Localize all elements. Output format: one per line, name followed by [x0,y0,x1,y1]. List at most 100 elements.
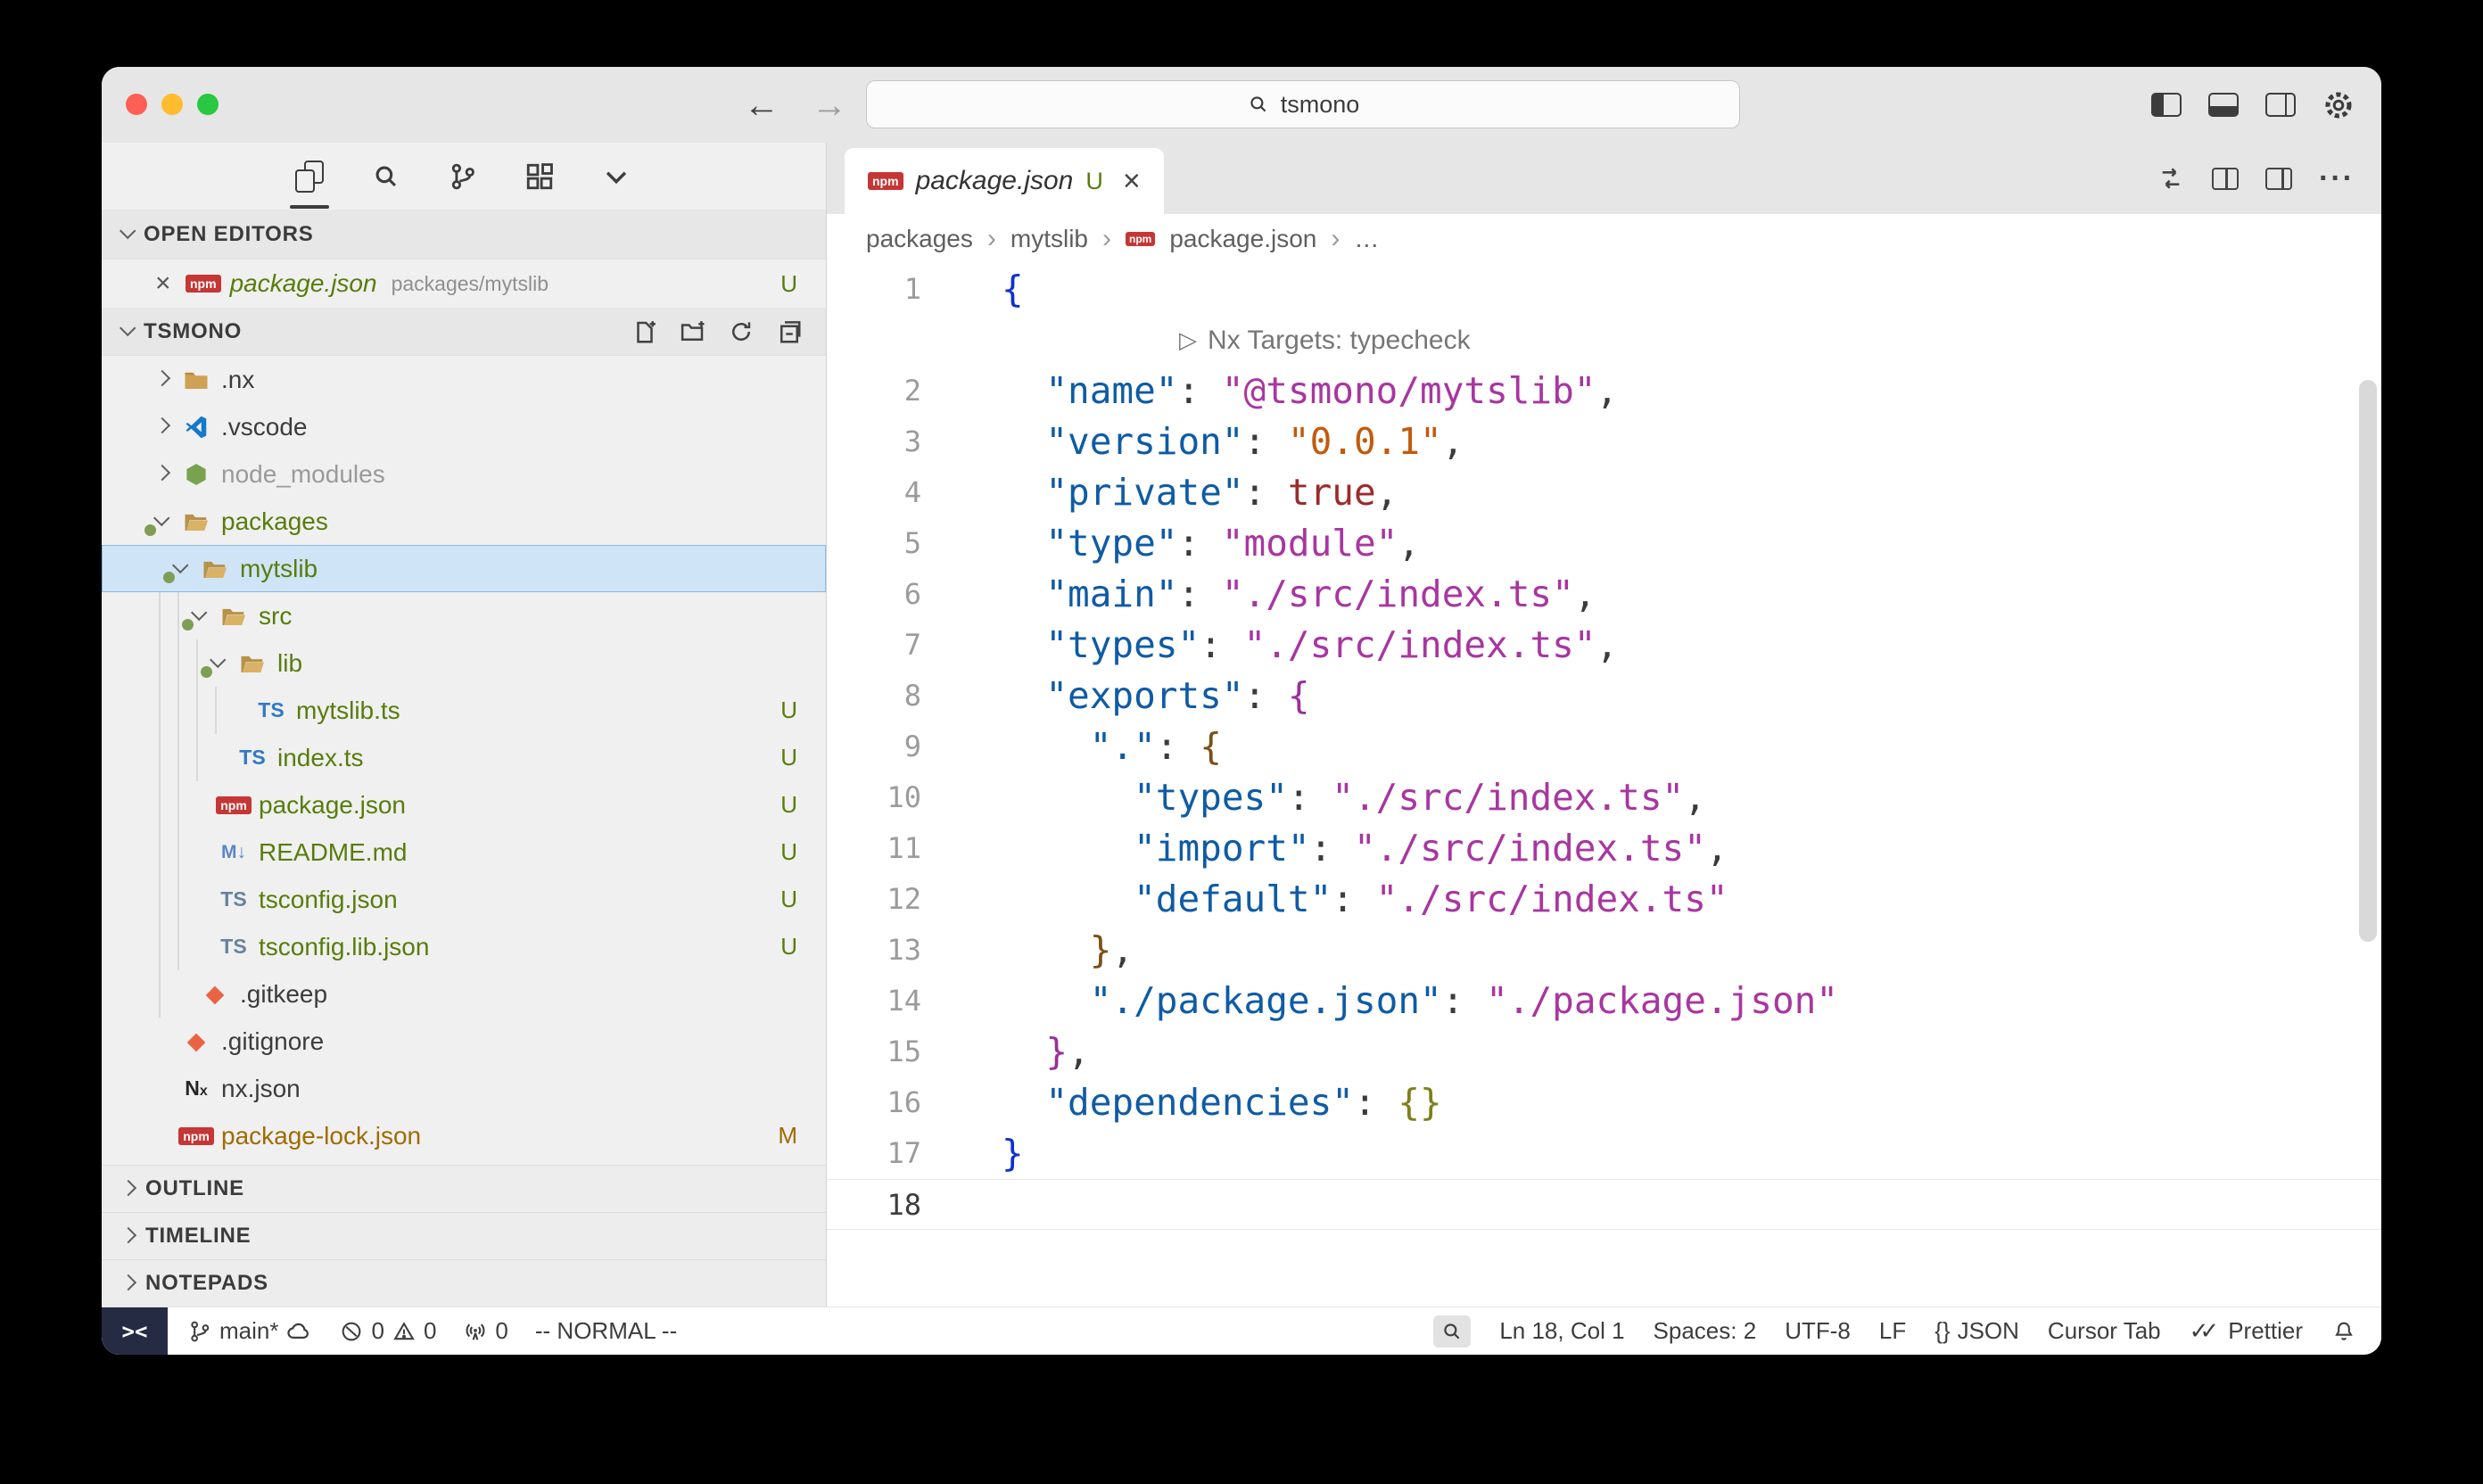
tree-item-.gitkeep[interactable]: ◆.gitkeep [102,970,826,1018]
chevron-down-icon[interactable] [172,557,188,573]
more-views-chevron-icon[interactable] [597,156,636,197]
encoding[interactable]: UTF-8 [1785,1317,1851,1345]
vertical-scrollbar[interactable] [2359,380,2377,942]
timeline-section-header[interactable]: TIMELINE [102,1212,826,1259]
notifications-bell-icon[interactable] [2331,1319,2356,1344]
close-editor-icon[interactable]: × [155,268,186,299]
code-line-8[interactable]: 8 "exports": { [827,671,2381,721]
tree-item-package.json[interactable]: npmpackage.jsonU [102,781,826,829]
chevron-right-icon[interactable] [153,465,169,481]
new-folder-icon[interactable] [680,318,706,345]
code-line-16[interactable]: 16 "dependencies": {} [827,1077,2381,1128]
tree-item-tsconfig.lib.json[interactable]: TStsconfig.lib.jsonU [102,923,826,970]
code-line-4[interactable]: 4 "private": true, [827,467,2381,518]
code-line-7[interactable]: 7 "types": "./src/index.ts", [827,620,2381,671]
code-line-1[interactable]: 1{ [827,264,2381,315]
explorer-icon[interactable] [290,156,329,197]
language-mode[interactable]: {} JSON [1934,1317,2019,1345]
chevron-down-icon[interactable] [210,652,226,668]
tree-item-package-lock.json[interactable]: npmpackage-lock.jsonM [102,1112,826,1159]
remote-indicator[interactable]: >< [102,1307,168,1355]
minimize-window-button[interactable] [161,94,183,115]
open-editors-header[interactable]: OPEN EDITORS [102,210,826,260]
new-file-icon[interactable] [631,318,658,345]
code-line-10[interactable]: 10 "types": "./src/index.ts", [827,772,2381,823]
tree-item-mytslib[interactable]: mytslib [102,545,826,592]
code-line-6[interactable]: 6 "main": "./src/index.ts", [827,569,2381,620]
tree-item-.nx[interactable]: .nx [102,356,826,403]
chevron-down-icon [120,320,136,336]
navigate-forward-icon[interactable]: → [812,87,847,123]
extensions-icon[interactable] [520,156,559,197]
open-editor-item[interactable]: × npm package.json packages/mytslib U [102,260,826,308]
command-center-search[interactable]: tsmono [866,80,1740,128]
toggle-panel-icon[interactable] [2208,93,2239,117]
git-branch-item[interactable]: main* [187,1317,312,1345]
tree-item-lib[interactable]: lib [102,639,826,687]
source-control-icon[interactable] [443,156,483,197]
more-actions-icon[interactable]: ··· [2319,161,2355,196]
close-window-button[interactable] [126,94,147,115]
code-line-11[interactable]: 11 "import": "./src/index.ts", [827,823,2381,874]
ports-item[interactable]: 0 [463,1317,507,1345]
tree-item-node_modules[interactable]: node_modules [102,450,826,498]
close-tab-icon[interactable]: × [1123,164,1141,199]
tree-item-packages[interactable]: packages [102,498,826,545]
refresh-icon[interactable] [728,318,755,345]
toggle-secondary-sidebar-icon[interactable] [2265,93,2296,117]
outline-section-header[interactable]: OUTLINE [102,1165,826,1212]
codelens[interactable]: ▷Nx Targets: typecheck [827,315,2381,366]
chevron-down-icon[interactable] [191,605,207,621]
code-line-13[interactable]: 13 }, [827,925,2381,976]
problems-item[interactable]: 0 0 [339,1317,436,1345]
tree-item-README.md[interactable]: M↓README.mdU [102,829,826,876]
navigate-back-icon[interactable]: ← [744,87,780,123]
breadcrumb-file[interactable]: package.json [1169,225,1316,253]
folder-open-icon [233,650,272,677]
code-line-18[interactable]: 18 [827,1179,2381,1230]
toggle-primary-sidebar-icon[interactable] [2151,93,2182,117]
code-line-15[interactable]: 15 }, [827,1026,2381,1077]
tree-item-index.ts[interactable]: TSindex.tsU [102,734,826,781]
cursor-position[interactable]: Ln 18, Col 1 [1499,1317,1624,1345]
tree-item-.gitignore[interactable]: ◆.gitignore [102,1018,826,1065]
tab-package-json[interactable]: npm package.json U × [845,148,1164,214]
chevron-right-icon[interactable] [153,417,169,433]
formatter-item[interactable]: ✓✓ Prettier [2190,1317,2303,1345]
branch-icon [187,1319,212,1344]
code-editor[interactable]: 1{▷Nx Targets: typecheck2 "name": "@tsmo… [827,264,2381,1307]
code-line-12[interactable]: 12 "default": "./src/index.ts" [827,874,2381,925]
tree-item-nx.json[interactable]: Nxnx.json [102,1065,826,1112]
open-changes-icon[interactable] [2157,164,2185,193]
code-line-17[interactable]: 17} [827,1128,2381,1179]
settings-gear-icon[interactable] [2322,89,2355,121]
code-line-3[interactable]: 3 "version": "0.0.1", [827,416,2381,467]
zoom-indicator[interactable] [1433,1315,1471,1348]
vim-mode-indicator[interactable]: -- NORMAL -- [535,1317,677,1345]
tree-item-tsconfig.json[interactable]: TStsconfig.jsonU [102,876,826,923]
tree-item-src[interactable]: src [102,592,826,639]
cursor-tab-toggle[interactable]: Cursor Tab [2048,1317,2161,1345]
tree-item-.vscode[interactable]: .vscode [102,403,826,450]
code-line-5[interactable]: 5 "type": "module", [827,518,2381,569]
chevron-down-icon[interactable] [153,510,169,526]
maximize-window-button[interactable] [197,94,219,115]
explorer-section-header[interactable]: TSMONO [102,308,826,356]
split-editor-icon[interactable] [2212,168,2239,190]
collapse-all-icon[interactable] [776,318,803,345]
eol-sequence[interactable]: LF [1879,1317,1906,1345]
search-view-icon[interactable] [367,156,406,197]
notepads-section-header[interactable]: NOTEPADS [102,1259,826,1307]
ts-icon: TS [252,700,291,721]
tree-item-mytslib.ts[interactable]: TSmytslib.tsU [102,687,826,734]
code-line-9[interactable]: 9 ".": { [827,721,2381,772]
code-line-2[interactable]: 2 "name": "@tsmono/mytslib", [827,366,2381,416]
chevron-right-icon[interactable] [153,370,169,386]
editor-layout-icon[interactable] [2265,168,2292,190]
code-line-14[interactable]: 14 "./package.json": "./package.json" [827,976,2381,1026]
folder-open-icon [195,556,235,582]
breadcrumb-symbol-ellipsis[interactable]: … [1354,225,1379,253]
indentation[interactable]: Spaces: 2 [1654,1317,1757,1345]
breadcrumb-mytslib[interactable]: mytslib [1011,225,1088,253]
breadcrumb-packages[interactable]: packages [866,225,973,253]
